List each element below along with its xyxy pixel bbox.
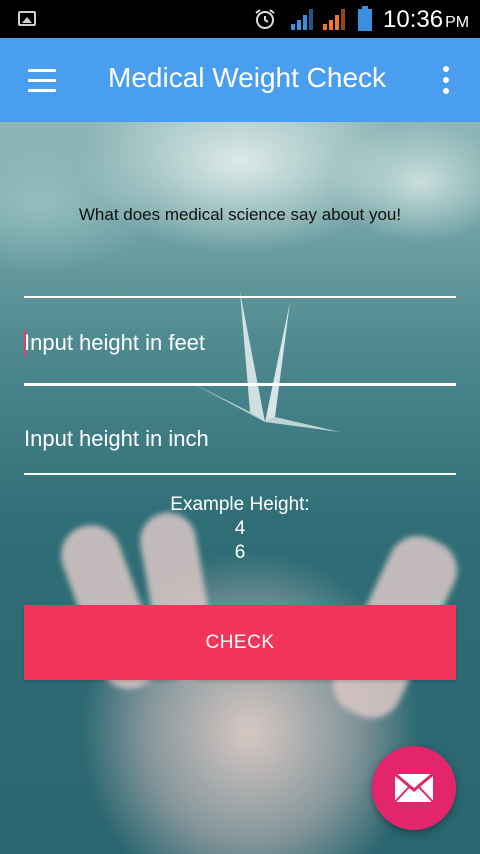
status-bar: 10:36 PM	[0, 0, 480, 38]
feet-field	[24, 326, 456, 386]
input-divider	[24, 296, 456, 298]
example-label: Example Height:	[170, 494, 310, 515]
signal-icon	[291, 9, 313, 30]
inch-field	[24, 422, 456, 475]
mail-icon	[394, 773, 434, 803]
text-cursor	[24, 330, 26, 356]
example-inch: 6	[234, 542, 246, 563]
time-text: 10:36	[383, 6, 444, 33]
main-content: What does medical science say about you!…	[0, 122, 480, 854]
height-inch-input[interactable]	[24, 422, 456, 456]
alarm-icon	[255, 9, 275, 29]
subtitle: What does medical science say about you!	[78, 205, 402, 224]
more-vert-icon[interactable]	[430, 58, 464, 102]
email-fab[interactable]	[372, 746, 456, 830]
battery-icon	[358, 6, 372, 31]
hamburger-menu-icon[interactable]	[14, 60, 70, 100]
example-feet: 4	[234, 518, 246, 539]
app-title: Medical Weight Check	[108, 62, 387, 93]
app-bar: Medical Weight Check	[0, 38, 480, 122]
status-time: 10:36 PM	[383, 6, 469, 34]
check-button[interactable]: CHECK	[24, 605, 456, 680]
height-feet-input[interactable]	[24, 326, 456, 360]
image-notification-icon	[18, 11, 36, 26]
time-ampm: PM	[445, 14, 470, 31]
example-height: Example Height: 4 6	[0, 493, 480, 565]
signal-icon	[323, 9, 345, 30]
